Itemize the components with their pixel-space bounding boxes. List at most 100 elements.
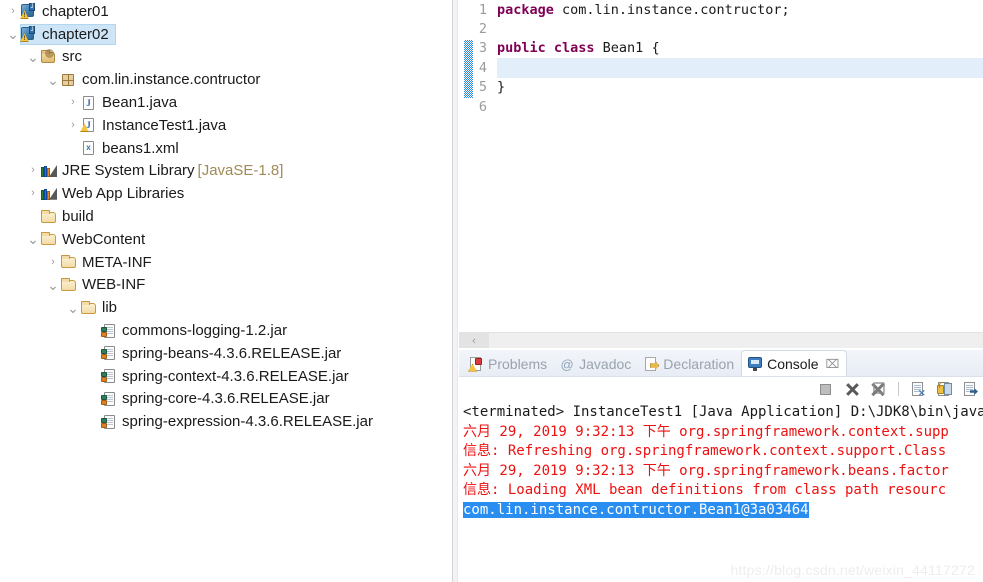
scroll-track[interactable] bbox=[489, 332, 983, 348]
console-line[interactable]: 信息: Refreshing org.springframework.conte… bbox=[463, 442, 983, 462]
chevron-right-icon[interactable]: › bbox=[46, 256, 60, 268]
library-icon bbox=[40, 186, 58, 202]
code-line[interactable]: 5} bbox=[459, 78, 983, 97]
folder-icon bbox=[60, 254, 78, 270]
java-file-icon: J bbox=[80, 95, 98, 111]
tab-console[interactable]: Console ⌧ bbox=[741, 350, 848, 376]
tree-item-meta-inf[interactable]: › META-INF bbox=[0, 251, 452, 274]
chevron-down-icon[interactable]: ⌄ bbox=[26, 50, 40, 64]
code-plain: } bbox=[497, 79, 506, 96]
web-project-icon: J bbox=[20, 26, 38, 43]
code-line[interactable]: 6 bbox=[459, 97, 983, 116]
code-plain: Bean1 { bbox=[594, 40, 660, 57]
tree-item-web-inf[interactable]: ⌄ WEB-INF bbox=[0, 274, 452, 297]
line-number: 2 bbox=[478, 21, 487, 38]
scroll-left-arrow-icon[interactable]: ‹ bbox=[459, 332, 489, 348]
tree-item-com-lin-instance-contructor[interactable]: ⌄ com.lin.instance.contructor bbox=[0, 68, 452, 91]
eclipse-ide-window: ›Jchapter01⌄Jchapter02⌄src⌄com.lin.insta… bbox=[0, 0, 983, 582]
code-line[interactable]: 2 bbox=[459, 19, 983, 38]
tree-item-spring-expression-4-3-6-release-jar[interactable]: spring-expression-4.3.6.RELEASE.jar bbox=[0, 410, 452, 433]
console-line[interactable]: 六月 29, 2019 9:32:13 下午 org.springframewo… bbox=[463, 423, 983, 443]
tree-item-spring-beans-4-3-6-release-jar[interactable]: spring-beans-4.3.6.RELEASE.jar bbox=[0, 342, 452, 365]
tree-item-label: spring-beans-4.3.6.RELEASE.jar bbox=[122, 344, 342, 362]
jar-icon bbox=[100, 391, 118, 407]
tree-item-web-app-libraries[interactable]: › Web App Libraries bbox=[0, 182, 452, 205]
tree-item-build[interactable]: build bbox=[0, 205, 452, 228]
package-icon bbox=[60, 72, 78, 88]
code-keyword: public class bbox=[497, 40, 595, 57]
tab-label: Declaration bbox=[663, 356, 735, 372]
view-tab-bar[interactable]: Problems @ Javadoc Declaration Console ⌧ bbox=[459, 350, 983, 377]
scroll-lock-button[interactable] bbox=[936, 381, 953, 398]
tree-item-label: spring-core-4.3.6.RELEASE.jar bbox=[122, 390, 330, 408]
console-line[interactable]: com.lin.instance.contructor.Bean1@3a0346… bbox=[463, 501, 983, 521]
chevron-down-icon[interactable]: ⌄ bbox=[66, 301, 80, 315]
tree-item-label: META-INF bbox=[82, 253, 152, 271]
editor-code-area[interactable]: 1 package com.lin.instance.contructor; 2 3 p… bbox=[459, 0, 983, 332]
chevron-right-icon[interactable]: › bbox=[66, 119, 80, 131]
tree-item-label: WEB-INF bbox=[82, 276, 146, 294]
tree-item-label: beans1.xml bbox=[102, 139, 179, 157]
declaration-icon bbox=[643, 356, 660, 372]
line-number: 1 bbox=[478, 1, 487, 18]
chevron-right-icon[interactable]: › bbox=[26, 188, 40, 199]
code-line[interactable]: 4 bbox=[459, 58, 983, 78]
chevron-down-icon[interactable]: ⌄ bbox=[46, 73, 60, 87]
tree-item-label: Bean1.java bbox=[102, 94, 178, 112]
editor-horizontal-scrollbar[interactable]: ‹ bbox=[459, 332, 983, 348]
folder-icon bbox=[40, 209, 58, 225]
tree-item-label: spring-expression-4.3.6.RELEASE.jar bbox=[122, 413, 373, 431]
tree-item-instancetest1-java[interactable]: › J InstanceTest1.java bbox=[0, 114, 452, 137]
chevron-right-icon[interactable]: › bbox=[6, 5, 20, 17]
tree-item-beans1-xml[interactable]: x beans1.xml bbox=[0, 137, 452, 160]
console-line[interactable]: 信息: Loading XML bean definitions from cl… bbox=[463, 481, 983, 501]
tree-item-label: build bbox=[62, 208, 94, 226]
javadoc-icon: @ bbox=[560, 356, 574, 372]
chevron-right-icon[interactable]: › bbox=[26, 165, 40, 176]
remove-launch-button[interactable] bbox=[844, 381, 861, 398]
tab-label: Problems bbox=[488, 356, 548, 372]
watermark: https://blog.csdn.net/weixin_44117272 bbox=[730, 562, 975, 578]
tree-item-spring-context-4-3-6-release-jar[interactable]: spring-context-4.3.6.RELEASE.jar bbox=[0, 365, 452, 388]
tree-item-chapter01[interactable]: ›Jchapter01 bbox=[0, 0, 452, 23]
tree-item-webcontent[interactable]: ⌄ WebContent bbox=[0, 228, 452, 251]
console-line[interactable]: <terminated> InstanceTest1 [Java Applica… bbox=[463, 403, 983, 423]
tree-item-chapter02[interactable]: ⌄Jchapter02 bbox=[0, 23, 452, 46]
console-toolbar[interactable]: ✕ bbox=[459, 377, 983, 401]
tree-item-label: spring-context-4.3.6.RELEASE.jar bbox=[122, 367, 349, 385]
tree-item-label: com.lin.instance.contructor bbox=[82, 71, 261, 89]
tab-problems[interactable]: Problems bbox=[463, 352, 554, 376]
pin-console-button[interactable] bbox=[962, 381, 979, 398]
code-text: } bbox=[493, 79, 505, 95]
tab-declaration[interactable]: Declaration bbox=[638, 352, 741, 376]
problems-icon bbox=[468, 356, 484, 372]
tree-item-commons-logging-1-2-jar[interactable]: commons-logging-1.2.jar bbox=[0, 319, 452, 342]
tree-item-label: Web App Libraries bbox=[62, 185, 185, 203]
xml-file-icon: x bbox=[80, 140, 98, 156]
chevron-right-icon[interactable]: › bbox=[66, 97, 80, 108]
tree-item-src[interactable]: ⌄ src bbox=[0, 46, 452, 69]
close-icon[interactable]: ⌧ bbox=[826, 358, 840, 370]
chevron-down-icon[interactable]: ⌄ bbox=[6, 27, 20, 41]
chevron-down-icon[interactable]: ⌄ bbox=[46, 278, 60, 292]
tree-item-bean1-java[interactable]: › J Bean1.java bbox=[0, 91, 452, 114]
code-line[interactable]: 1 package com.lin.instance.contructor; bbox=[459, 0, 983, 19]
tree-item-label: chapter01 bbox=[42, 2, 109, 20]
terminate-button[interactable] bbox=[818, 381, 835, 398]
package-explorer-tree[interactable]: ›Jchapter01⌄Jchapter02⌄src⌄com.lin.insta… bbox=[0, 0, 452, 582]
remove-all-terminated-button[interactable] bbox=[870, 381, 887, 398]
tree-item-spring-core-4-3-6-release-jar[interactable]: spring-core-4.3.6.RELEASE.jar bbox=[0, 388, 452, 411]
console-output[interactable]: <terminated> InstanceTest1 [Java Applica… bbox=[459, 401, 983, 582]
java-editor[interactable]: 1 package com.lin.instance.contructor; 2 3 p… bbox=[459, 0, 983, 348]
clear-console-button[interactable]: ✕ bbox=[910, 381, 927, 398]
current-line-highlight bbox=[497, 58, 983, 78]
chevron-down-icon[interactable]: ⌄ bbox=[26, 232, 40, 246]
tree-item-lib[interactable]: ⌄ lib bbox=[0, 296, 452, 319]
tree-item-jre-system-library[interactable]: › JRE System Library [JavaSE-1.8] bbox=[0, 160, 452, 183]
console-icon bbox=[747, 356, 763, 371]
tab-javadoc[interactable]: @ Javadoc bbox=[554, 352, 638, 376]
console-line[interactable]: 六月 29, 2019 9:32:13 下午 org.springframewo… bbox=[463, 462, 983, 482]
code-line[interactable]: 3 public class Bean1 { bbox=[459, 39, 983, 58]
tab-label: Javadoc bbox=[579, 356, 632, 372]
vertical-sash-divider[interactable] bbox=[452, 0, 458, 582]
